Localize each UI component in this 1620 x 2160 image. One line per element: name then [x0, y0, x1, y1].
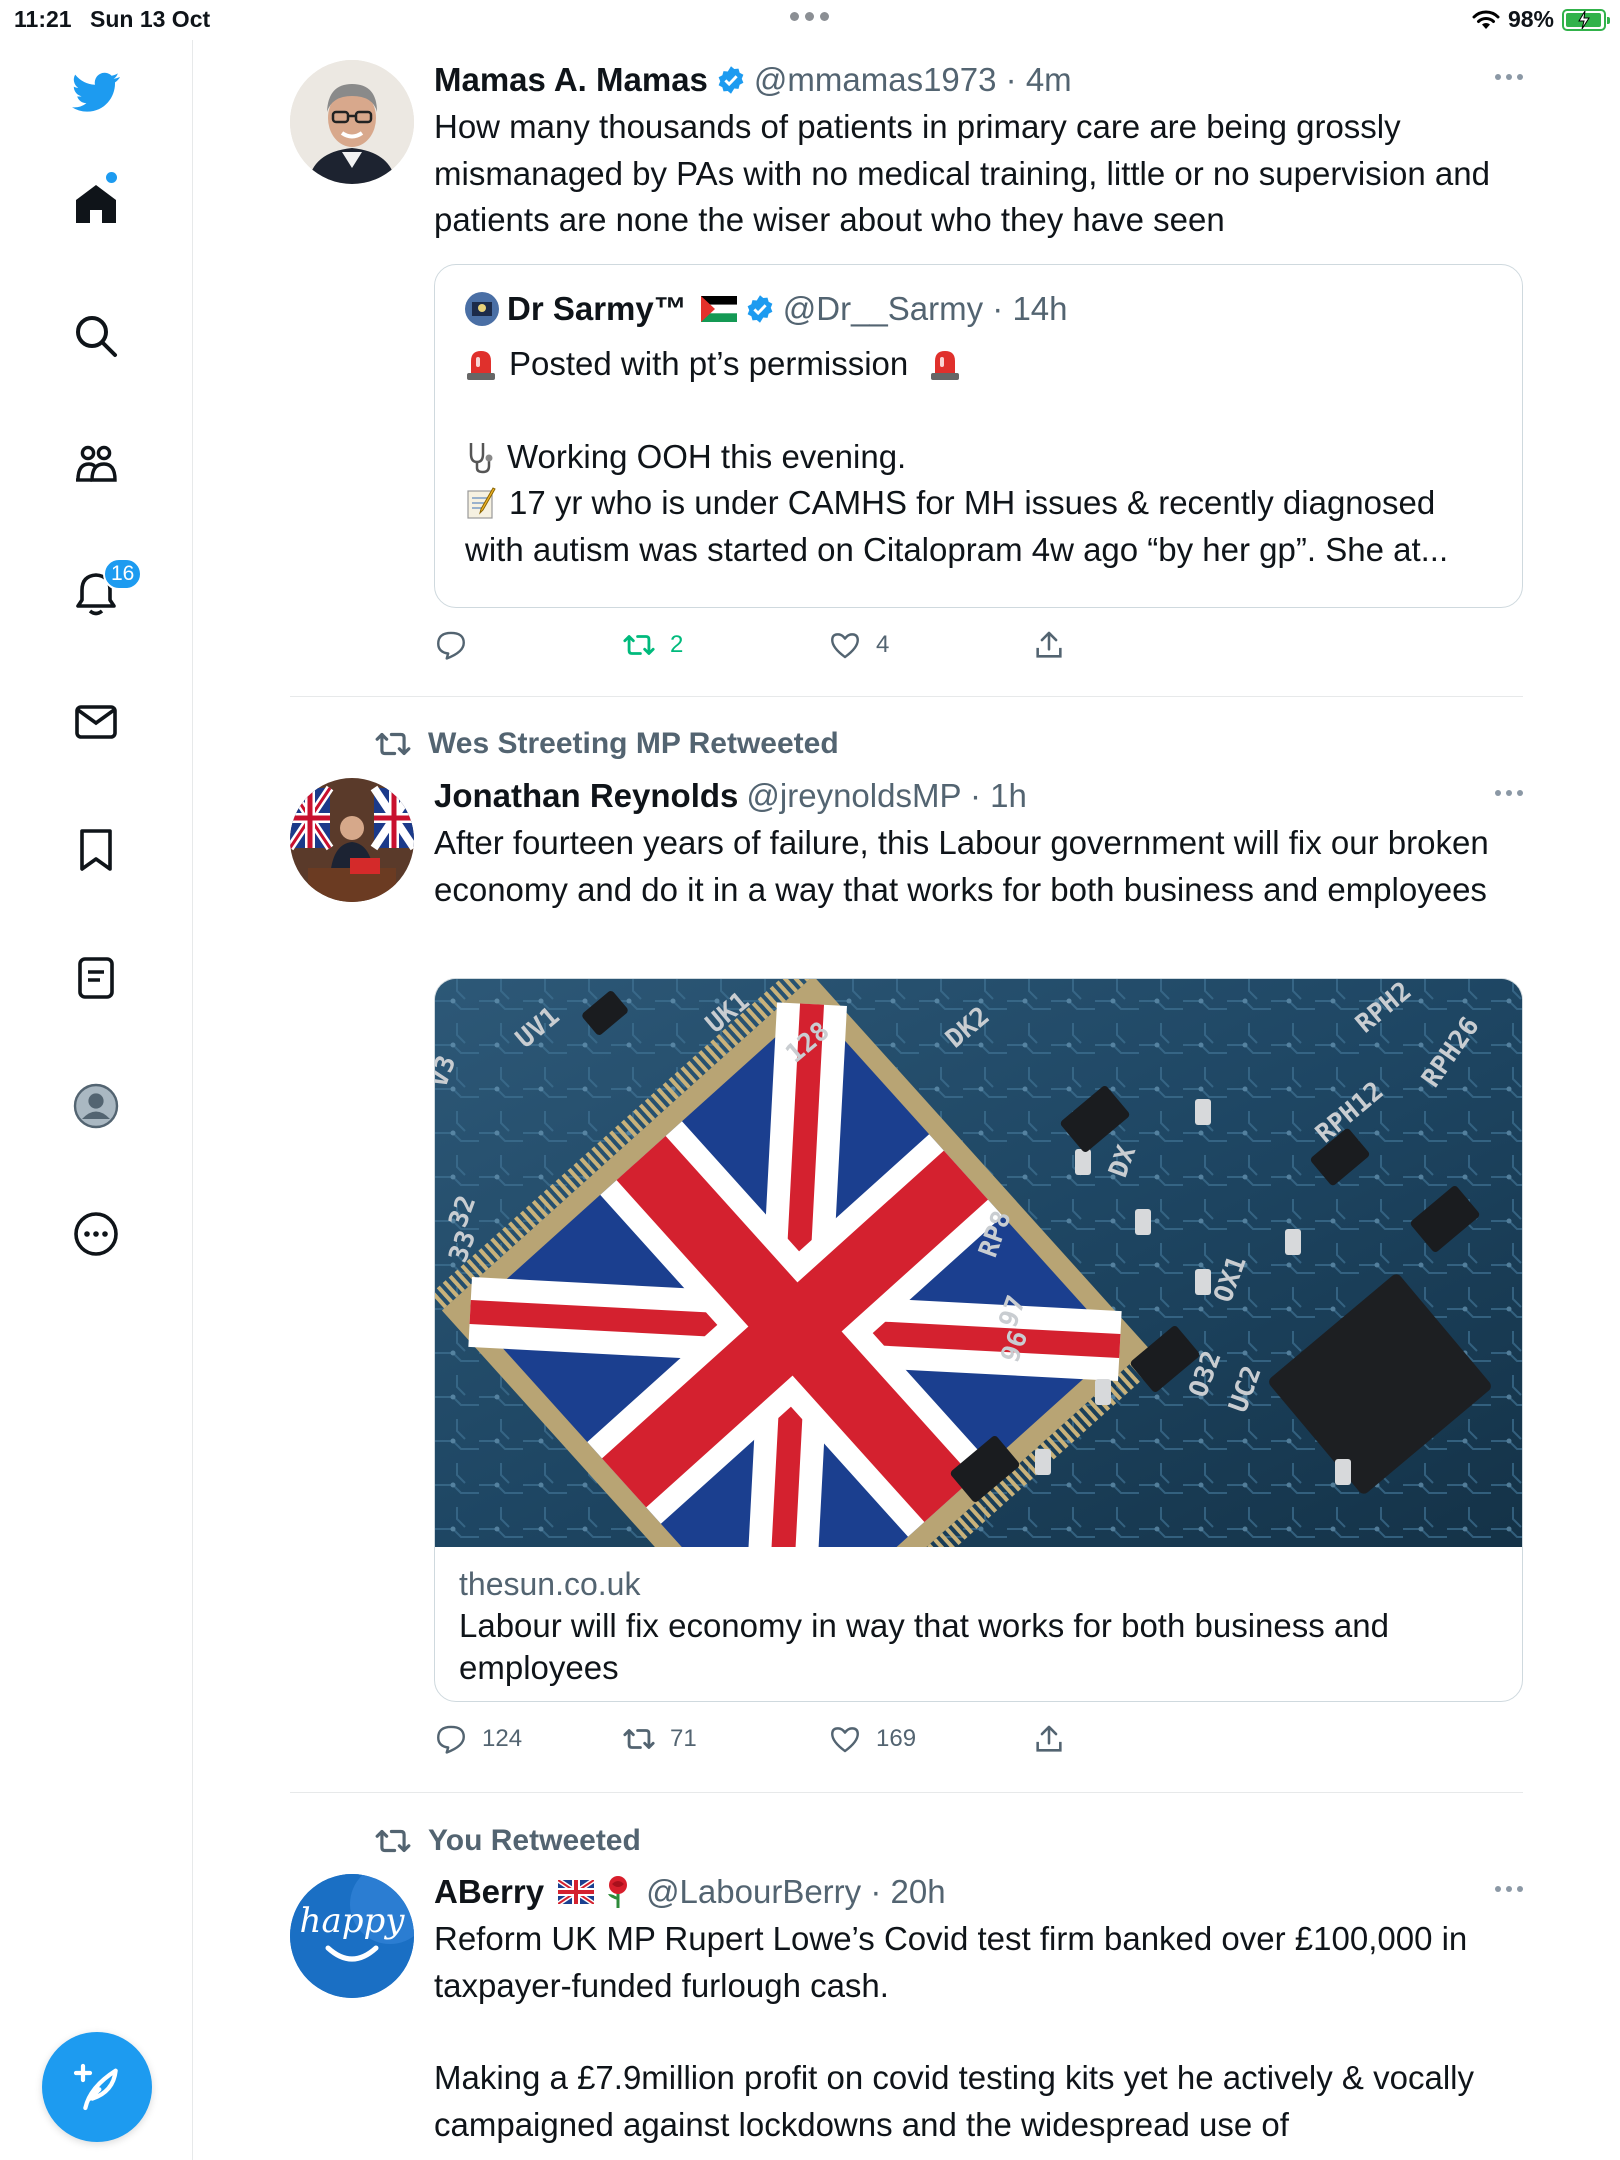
search-icon[interactable]	[70, 310, 122, 362]
retweet-button[interactable]: 71	[622, 1722, 697, 1756]
quote-avatar	[465, 292, 499, 326]
home-unread-dot	[106, 172, 117, 183]
more-icon[interactable]	[70, 1208, 122, 1260]
link-card-title: Labour will fix economy in way that work…	[459, 1607, 1389, 1686]
retweet-count: 2	[670, 631, 684, 658]
tweet-handle-time[interactable]: @mmamas1973 · 4m	[754, 58, 1072, 102]
share-button[interactable]	[1032, 628, 1066, 662]
avatar-text: happy	[300, 1901, 406, 1941]
siren-emoji-icon	[467, 351, 495, 380]
lists-icon[interactable]	[70, 952, 122, 1004]
battery-icon	[1562, 8, 1610, 31]
tweet-divider	[290, 1792, 1523, 1793]
reply-count: 124	[482, 1725, 523, 1752]
verified-badge-icon	[747, 295, 773, 323]
battery-percent: 98%	[1507, 6, 1554, 32]
retweeted-by-label[interactable]: Wes Streeting MP Retweeted	[374, 725, 839, 763]
status-time: 11:21	[14, 6, 72, 32]
quoted-tweet[interactable]: Dr Sarmy™ @Dr__Sarmy · 14h Posted with p…	[434, 264, 1523, 608]
bookmarks-icon[interactable]	[70, 824, 122, 876]
stethoscope-emoji-icon	[469, 442, 493, 473]
retweet-icon	[623, 635, 655, 655]
avatar[interactable]	[290, 778, 414, 902]
reply-button[interactable]: 124	[434, 1722, 522, 1756]
memo-emoji-icon	[467, 487, 496, 519]
quote-text-line1: Posted with pt’s permission	[509, 345, 909, 382]
share-icon	[1036, 631, 1062, 658]
compose-tweet-button[interactable]	[42, 2032, 152, 2142]
link-card-image: UV1 UK1 128 DK2 RPH2 RPH26 RPH12 V3 32 3…	[435, 979, 1522, 1547]
like-button[interactable]: 4	[828, 628, 889, 662]
like-icon	[831, 1727, 859, 1753]
retweeted-by-label[interactable]: You Retweeted	[374, 1822, 641, 1860]
status-date: Sun 13 Oct	[90, 6, 211, 32]
wifi-icon	[1472, 10, 1500, 29]
tweet-author-name[interactable]: Jonathan Reynolds	[434, 774, 738, 818]
tweet-author-name[interactable]: ABerry	[434, 1870, 544, 1914]
communities-icon[interactable]	[70, 438, 122, 490]
tweet-divider	[290, 696, 1523, 697]
status-bar: 11:21 Sun 13 Oct 98%	[0, 0, 1620, 40]
quote-text-line2: Working OOH this evening.	[507, 437, 907, 475]
like-button[interactable]: 169	[828, 1722, 916, 1756]
sidebar: 16	[0, 40, 193, 2160]
retweeted-by-text: You Retweeted	[428, 1824, 641, 1857]
tweet-actions: 124 71 169	[434, 1722, 1094, 1762]
retweet-icon	[375, 1829, 411, 1853]
like-count: 4	[876, 631, 890, 658]
like-count: 169	[876, 1725, 917, 1752]
profile-icon[interactable]	[70, 1080, 122, 1132]
more-options-icon[interactable]	[1495, 74, 1523, 80]
tweet-handle-time[interactable]: @LabourBerry · 20h	[646, 1870, 945, 1914]
link-card-domain: thesun.co.uk	[459, 1566, 641, 1602]
more-options-icon[interactable]	[1495, 1886, 1523, 1892]
retweeted-by-text: Wes Streeting MP Retweeted	[428, 727, 839, 760]
tweet-text: How many thousands of patients in primar…	[434, 108, 1490, 238]
share-button[interactable]	[1032, 1722, 1066, 1756]
palestine-flag-icon	[700, 296, 737, 322]
status-indicators: 98%	[1472, 6, 1610, 33]
multitasking-dots[interactable]	[790, 12, 829, 21]
tweet-text: Reform UK MP Rupert Lowe’s Covid test fi…	[434, 1920, 1468, 2004]
tweet-text: After fourteen years of failure, this La…	[434, 824, 1489, 908]
verified-badge-icon	[718, 66, 744, 94]
more-options-icon[interactable]	[1495, 790, 1523, 796]
retweet-count: 71	[670, 1725, 697, 1752]
tweet-text: Making a £7.9million profit on covid tes…	[434, 2059, 1474, 2143]
retweet-icon	[375, 732, 411, 756]
quote-line: 17 yr who is under CAMHS for MH issues &…	[465, 480, 1492, 573]
quote-handle-time[interactable]: @Dr__Sarmy · 14h	[783, 287, 1068, 331]
twitter-logo-icon[interactable]	[70, 66, 122, 118]
uk-flag-icon	[558, 1880, 595, 1904]
notifications-badge: 16	[103, 558, 143, 590]
tweet-author-name[interactable]: Mamas A. Mamas	[434, 58, 708, 102]
share-icon	[1036, 1725, 1062, 1752]
avatar[interactable]	[290, 60, 414, 184]
like-icon	[831, 633, 859, 659]
tweet-handle-time[interactable]: @jreynoldsMP · 1h	[746, 774, 1027, 818]
home-icon[interactable]	[70, 178, 122, 230]
messages-icon[interactable]	[70, 696, 122, 748]
quote-line: Working OOH this evening.	[465, 434, 1492, 481]
quote-line: Posted with pt’s permission	[465, 341, 1492, 388]
retweet-button[interactable]: 2	[622, 628, 683, 662]
tweet-actions: 2 4	[434, 628, 1094, 668]
link-card[interactable]: UV1 UK1 128 DK2 RPH2 RPH26 RPH12 V3 32 3…	[434, 978, 1523, 1702]
rose-icon	[608, 1876, 628, 1908]
reply-button[interactable]	[434, 628, 482, 662]
quote-author-name[interactable]: Dr Sarmy™	[507, 287, 687, 331]
compose-icon	[73, 2063, 118, 2111]
retweet-icon	[623, 1729, 655, 1749]
reply-icon	[437, 1725, 465, 1754]
reply-icon	[437, 631, 465, 660]
avatar[interactable]: happy	[290, 1874, 414, 1998]
siren-emoji-icon	[931, 351, 960, 380]
quote-text-line3: 17 yr who is under CAMHS for MH issues &…	[465, 484, 1449, 568]
